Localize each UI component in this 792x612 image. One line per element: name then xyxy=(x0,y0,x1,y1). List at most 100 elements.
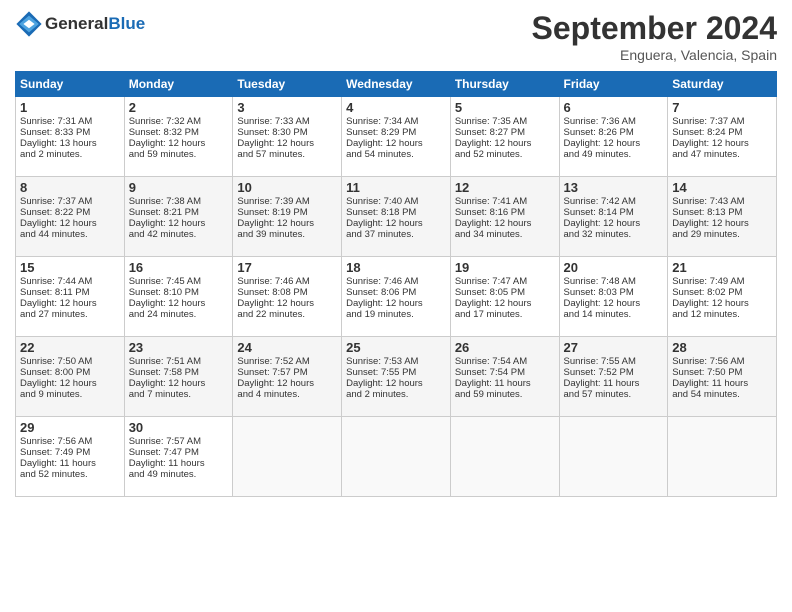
day-info: Sunset: 8:27 PM xyxy=(455,127,555,138)
day-info: Daylight: 12 hours xyxy=(346,138,446,149)
day-cell: 28Sunrise: 7:56 AMSunset: 7:50 PMDayligh… xyxy=(668,337,777,417)
day-info: Sunset: 7:54 PM xyxy=(455,367,555,378)
day-info: Sunrise: 7:49 AM xyxy=(672,276,772,287)
day-info: Daylight: 12 hours xyxy=(672,218,772,229)
day-cell: 14Sunrise: 7:43 AMSunset: 8:13 PMDayligh… xyxy=(668,177,777,257)
day-number: 7 xyxy=(672,100,772,115)
day-info: and 9 minutes. xyxy=(20,389,120,400)
day-info: Daylight: 12 hours xyxy=(346,218,446,229)
day-info: Sunrise: 7:56 AM xyxy=(20,436,120,447)
week-row-3: 15Sunrise: 7:44 AMSunset: 8:11 PM Dayligh… xyxy=(16,257,777,337)
day-info: Daylight: 12 hours xyxy=(455,298,555,309)
day-info: Sunset: 8:30 PM xyxy=(237,127,337,138)
day-info: Daylight: 11 hours xyxy=(564,378,664,389)
day-info: and 29 minutes. xyxy=(672,229,772,240)
day-info: Sunrise: 7:40 AM xyxy=(346,196,446,207)
day-number: 14 xyxy=(672,180,772,195)
day-info: Daylight: 12 hours xyxy=(129,378,229,389)
day-info: and 27 minutes. xyxy=(20,309,120,320)
day-cell xyxy=(559,417,668,497)
day-number: 12 xyxy=(455,180,555,195)
day-info: Daylight: 12 hours xyxy=(455,138,555,149)
day-info: and 47 minutes. xyxy=(672,149,772,160)
day-info: Sunset: 7:52 PM xyxy=(564,367,664,378)
day-info: Sunrise: 7:37 AM xyxy=(672,116,772,127)
day-info: Sunset: 7:57 PM xyxy=(237,367,337,378)
col-friday: Friday xyxy=(559,72,668,97)
day-info: Daylight: 11 hours xyxy=(20,458,120,469)
day-info: Sunset: 7:47 PM xyxy=(129,447,229,458)
day-cell: 4Sunrise: 7:34 AMSunset: 8:29 PMDaylight… xyxy=(342,97,451,177)
day-cell: 25Sunrise: 7:53 AMSunset: 7:55 PMDayligh… xyxy=(342,337,451,417)
day-number: 22 xyxy=(20,340,120,355)
day-info: Sunrise: 7:44 AM xyxy=(20,276,120,287)
day-cell: 22Sunrise: 7:50 AMSunset: 8:00 PMDayligh… xyxy=(16,337,125,417)
day-number: 29 xyxy=(20,420,120,435)
day-info: and 39 minutes. xyxy=(237,229,337,240)
day-info: Sunrise: 7:45 AM xyxy=(129,276,229,287)
day-info: Sunrise: 7:41 AM xyxy=(455,196,555,207)
day-number: 2 xyxy=(129,100,229,115)
day-info: Sunset: 8:18 PM xyxy=(346,207,446,218)
day-info: Sunset: 8:19 PM xyxy=(237,207,337,218)
day-cell: 19Sunrise: 7:47 AMSunset: 8:05 PMDayligh… xyxy=(450,257,559,337)
day-info: Sunset: 8:13 PM xyxy=(672,207,772,218)
day-number: 23 xyxy=(129,340,229,355)
day-info: Sunset: 8:33 PM xyxy=(20,127,120,138)
day-cell: 10Sunrise: 7:39 AMSunset: 8:19 PMDayligh… xyxy=(233,177,342,257)
day-number: 18 xyxy=(346,260,446,275)
day-cell xyxy=(233,417,342,497)
day-cell: 3Sunrise: 7:33 AMSunset: 8:30 PMDaylight… xyxy=(233,97,342,177)
day-info: Sunset: 8:32 PM xyxy=(129,127,229,138)
day-info: Sunset: 7:58 PM xyxy=(129,367,229,378)
day-info: Daylight: 12 hours xyxy=(237,218,337,229)
day-info: and 34 minutes. xyxy=(455,229,555,240)
day-number: 4 xyxy=(346,100,446,115)
day-cell: 15Sunrise: 7:44 AMSunset: 8:11 PMDayligh… xyxy=(16,257,125,337)
day-info: Sunrise: 7:34 AM xyxy=(346,116,446,127)
day-info: and 22 minutes. xyxy=(237,309,337,320)
day-info: and 2 minutes. xyxy=(346,389,446,400)
day-info: Daylight: 12 hours xyxy=(237,298,337,309)
day-info: Sunset: 8:14 PM xyxy=(564,207,664,218)
day-number: 6 xyxy=(564,100,664,115)
header-row: Sunday Monday Tuesday Wednesday Thursday… xyxy=(16,72,777,97)
col-monday: Monday xyxy=(124,72,233,97)
day-cell: 12Sunrise: 7:41 AMSunset: 8:16 PMDayligh… xyxy=(450,177,559,257)
day-info: Daylight: 12 hours xyxy=(564,298,664,309)
day-info: Sunset: 8:05 PM xyxy=(455,287,555,298)
location: Enguera, Valencia, Spain xyxy=(532,47,777,63)
day-number: 15 xyxy=(20,260,120,275)
day-info: Sunset: 8:00 PM xyxy=(20,367,120,378)
day-number: 13 xyxy=(564,180,664,195)
day-cell: 1Sunrise: 7:31 AMSunset: 8:33 PMDaylight… xyxy=(16,97,125,177)
day-info: and 59 minutes. xyxy=(129,149,229,160)
day-info: Sunrise: 7:43 AM xyxy=(672,196,772,207)
day-info: Sunset: 7:55 PM xyxy=(346,367,446,378)
day-cell: 21Sunrise: 7:49 AMSunset: 8:02 PMDayligh… xyxy=(668,257,777,337)
logo-icon xyxy=(15,10,43,38)
day-info: and 52 minutes. xyxy=(455,149,555,160)
day-info: Sunset: 7:50 PM xyxy=(672,367,772,378)
day-info: Daylight: 12 hours xyxy=(237,138,337,149)
day-number: 11 xyxy=(346,180,446,195)
day-number: 21 xyxy=(672,260,772,275)
day-cell: 23Sunrise: 7:51 AMSunset: 7:58 PMDayligh… xyxy=(124,337,233,417)
day-info: Sunrise: 7:46 AM xyxy=(346,276,446,287)
week-row-2: 8Sunrise: 7:37 AMSunset: 8:22 PMDaylight… xyxy=(16,177,777,257)
week-row-1: 1Sunrise: 7:31 AMSunset: 8:33 PMDaylight… xyxy=(16,97,777,177)
day-number: 19 xyxy=(455,260,555,275)
col-tuesday: Tuesday xyxy=(233,72,342,97)
day-info: Sunrise: 7:37 AM xyxy=(20,196,120,207)
day-info: Sunset: 7:49 PM xyxy=(20,447,120,458)
logo-text: GeneralBlue xyxy=(45,14,145,34)
day-info: Sunset: 8:03 PM xyxy=(564,287,664,298)
day-info: and 42 minutes. xyxy=(129,229,229,240)
day-info: Sunset: 8:06 PM xyxy=(346,287,446,298)
day-info: Sunset: 8:11 PM xyxy=(20,287,120,298)
day-number: 30 xyxy=(129,420,229,435)
day-number: 28 xyxy=(672,340,772,355)
day-number: 26 xyxy=(455,340,555,355)
day-number: 3 xyxy=(237,100,337,115)
day-number: 8 xyxy=(20,180,120,195)
